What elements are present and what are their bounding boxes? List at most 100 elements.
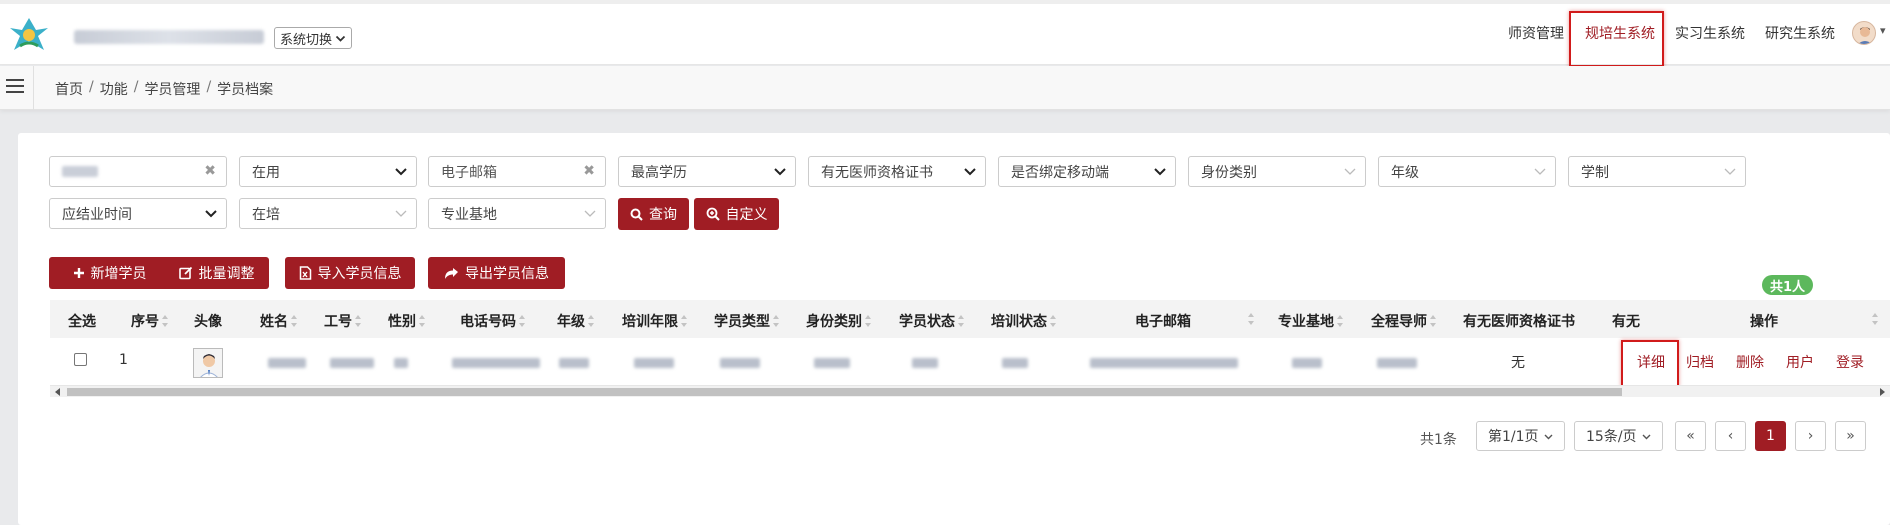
custom-button[interactable]: 自定义 bbox=[694, 198, 779, 230]
col-training-years[interactable]: 培训年限 bbox=[622, 311, 688, 331]
nav-teacher-management[interactable]: 师资管理 bbox=[1508, 23, 1564, 43]
chevron-down-icon bbox=[205, 210, 217, 218]
nav-resident-system[interactable]: 规培生系统 bbox=[1585, 23, 1655, 43]
share-icon bbox=[445, 267, 458, 279]
col-index[interactable]: 序号 bbox=[131, 311, 169, 331]
scrollbar-thumb[interactable] bbox=[67, 388, 1622, 396]
page-1-button[interactable]: 1 bbox=[1755, 421, 1786, 451]
graduation-time-select[interactable]: 应结业时间 bbox=[49, 198, 227, 229]
school-system-select-value: 学制 bbox=[1581, 164, 1609, 181]
page-select[interactable]: 第1/1页 bbox=[1476, 421, 1565, 451]
graduation-time-select-value: 应结业时间 bbox=[62, 206, 132, 223]
col-training-status[interactable]: 培训状态 bbox=[991, 311, 1057, 331]
breadcrumb: 首页 / 功能 / 学员管理 / 学员档案 bbox=[55, 79, 273, 99]
last-page-button[interactable]: » bbox=[1835, 421, 1866, 451]
chevron-down-icon bbox=[964, 168, 976, 176]
main-card: ✖ 在用 电子邮箱 ✖ 最高学历 有无医师资格证书 是否绑定移动端 身份类别 年… bbox=[18, 133, 1890, 525]
import-students-button[interactable]: 导入学员信息 bbox=[285, 257, 415, 289]
col-doctor-cert[interactable]: 有无医师资格证书 bbox=[1463, 311, 1575, 331]
clear-icon[interactable]: ✖ bbox=[204, 163, 216, 179]
col-operations: 操作 bbox=[1750, 314, 1778, 330]
row-checkbox[interactable] bbox=[74, 353, 87, 366]
user-avatar[interactable] bbox=[1852, 21, 1876, 45]
chevron-down-icon bbox=[1642, 434, 1651, 439]
col-email[interactable]: 电子邮箱 bbox=[1135, 311, 1191, 331]
user-menu-caret-icon[interactable]: ▾ bbox=[1880, 24, 1886, 37]
col-student-type[interactable]: 学员类型 bbox=[714, 311, 780, 331]
menu-toggle-icon[interactable] bbox=[6, 79, 24, 95]
nav-intern-system[interactable]: 实习生系统 bbox=[1675, 23, 1745, 43]
query-button[interactable]: 查询 bbox=[618, 198, 689, 230]
system-switch-select[interactable]: 系统切换 bbox=[274, 27, 353, 49]
status-select[interactable]: 在用 bbox=[239, 156, 417, 187]
detail-link[interactable]: 详细 bbox=[1637, 352, 1665, 372]
col-select-all[interactable]: 全选 bbox=[68, 311, 96, 331]
identity-type-select[interactable]: 身份类别 bbox=[1188, 156, 1366, 187]
status-select-value: 在用 bbox=[252, 164, 280, 181]
row-training-years-blurred bbox=[634, 356, 674, 372]
chevron-down-icon bbox=[1724, 168, 1736, 175]
scroll-left-icon[interactable] bbox=[55, 388, 60, 396]
col-base[interactable]: 专业基地 bbox=[1278, 311, 1344, 331]
row-training-status-blurred bbox=[1002, 356, 1028, 372]
row-student-status-blurred bbox=[912, 356, 938, 372]
nav-graduate-wrap: 研究生系统 bbox=[1765, 0, 1835, 65]
name-search-input[interactable]: ✖ bbox=[49, 156, 227, 187]
chevron-down-icon bbox=[335, 35, 346, 42]
col-grade-label: 年级 bbox=[557, 314, 585, 330]
col-staff-id[interactable]: 工号 bbox=[324, 311, 362, 331]
user-link[interactable]: 用户 bbox=[1786, 352, 1814, 372]
school-system-select[interactable]: 学制 bbox=[1568, 156, 1746, 187]
scroll-right-icon[interactable] bbox=[1880, 388, 1885, 396]
row-base-blurred bbox=[1292, 356, 1322, 372]
page-select-value: 第1/1页 bbox=[1488, 429, 1539, 445]
col-identity-type-label: 身份类别 bbox=[806, 314, 862, 330]
mobile-bound-select[interactable]: 是否绑定移动端 bbox=[998, 156, 1176, 187]
clear-icon[interactable]: ✖ bbox=[583, 163, 595, 179]
archive-link[interactable]: 归档 bbox=[1686, 352, 1714, 372]
breadcrumb-function[interactable]: 功能 bbox=[100, 79, 128, 99]
col-phone[interactable]: 电话号码 bbox=[460, 311, 526, 331]
education-select[interactable]: 最高学历 bbox=[618, 156, 796, 187]
sort-icon bbox=[1248, 313, 1255, 325]
grade-select[interactable]: 年级 bbox=[1378, 156, 1556, 187]
col-tutor[interactable]: 全程导师 bbox=[1371, 311, 1437, 331]
col-identity-type[interactable]: 身份类别 bbox=[806, 311, 872, 331]
chevron-down-icon bbox=[395, 168, 407, 176]
sort-icon bbox=[1430, 315, 1437, 327]
page-size-select[interactable]: 15条/页 bbox=[1574, 421, 1663, 451]
horizontal-scrollbar[interactable] bbox=[50, 385, 1890, 397]
training-status-select[interactable]: 在培 bbox=[239, 198, 417, 229]
col-gender-label: 性别 bbox=[388, 314, 416, 330]
doctor-cert-select[interactable]: 有无医师资格证书 bbox=[808, 156, 986, 187]
query-button-label: 查询 bbox=[649, 207, 677, 223]
prev-page-button[interactable]: ‹ bbox=[1715, 421, 1746, 451]
edit-icon bbox=[178, 266, 192, 280]
login-link[interactable]: 登录 bbox=[1836, 352, 1864, 372]
col-grade[interactable]: 年级 bbox=[557, 311, 595, 331]
col-student-status[interactable]: 学员状态 bbox=[899, 311, 965, 331]
total-count-badge: 共1人 bbox=[1762, 275, 1814, 295]
delete-link[interactable]: 删除 bbox=[1736, 352, 1764, 372]
identity-type-select-value: 身份类别 bbox=[1201, 164, 1257, 181]
add-student-button[interactable]: 新增学员 bbox=[49, 257, 170, 289]
nav-graduate-system[interactable]: 研究生系统 bbox=[1765, 23, 1835, 43]
breadcrumb-student-mgmt[interactable]: 学员管理 bbox=[144, 79, 200, 99]
sort-icon bbox=[681, 315, 688, 327]
base-select-value: 专业基地 bbox=[441, 206, 497, 223]
first-page-button[interactable]: « bbox=[1675, 421, 1706, 451]
sort-icon bbox=[162, 315, 169, 327]
col-gender[interactable]: 性别 bbox=[388, 311, 426, 331]
grade-select-value: 年级 bbox=[1391, 164, 1419, 181]
sort-icon bbox=[291, 315, 298, 327]
base-select[interactable]: 专业基地 bbox=[428, 198, 606, 229]
col-name[interactable]: 姓名 bbox=[260, 311, 298, 331]
breadcrumb-home[interactable]: 首页 bbox=[55, 79, 83, 99]
row-name-blurred bbox=[268, 356, 306, 372]
email-input[interactable]: 电子邮箱 ✖ bbox=[428, 156, 606, 187]
batch-adjust-button[interactable]: 批量调整 bbox=[164, 257, 269, 289]
next-page-button[interactable]: › bbox=[1795, 421, 1826, 451]
export-students-button[interactable]: 导出学员信息 bbox=[428, 257, 565, 289]
row-student-type-blurred bbox=[720, 356, 760, 372]
nav-resident-wrap: 规培生系统 bbox=[1585, 0, 1655, 65]
